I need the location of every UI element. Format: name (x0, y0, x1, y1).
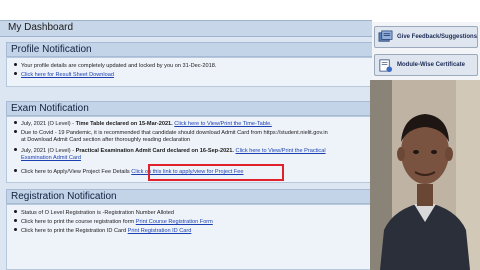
bullet-icon (14, 72, 17, 75)
result-sheet-item: Click here for Result Sheet Download (14, 72, 114, 79)
certificate-button[interactable]: Module-Wise Certificate (374, 54, 478, 76)
timetable-item: July, 2021 (O Level) - Time Table declar… (14, 121, 272, 128)
exam-notification-title: Exam Notification (11, 103, 89, 114)
profile-notification-title: Profile Notification (11, 44, 92, 55)
bullet-icon (14, 219, 17, 222)
id-card-link[interactable]: Print Registration ID Card (128, 228, 192, 234)
bullet-icon (14, 228, 17, 231)
bullet-icon (14, 121, 17, 124)
dashboard-title: My Dashboard (8, 22, 74, 33)
feedback-button[interactable]: Give Feedback/Suggestions (374, 26, 478, 48)
practical-admit-card-item: July, 2021 (O Level) - Practical Examina… (14, 148, 326, 155)
bullet-icon (14, 63, 17, 66)
certificate-icon (379, 59, 393, 73)
course-registration-form-link[interactable]: Print Course Registration Form (136, 219, 213, 225)
profile-notification-header: Profile Notification (6, 42, 372, 57)
covid-notice-continued: at Download Admit Card section after tho… (21, 137, 191, 143)
presenter-video-overlay (370, 80, 480, 270)
bullet-icon (14, 169, 17, 172)
registration-notification-header: Registration Notification (6, 189, 372, 204)
practical-admit-card-link-2[interactable]: Examination Admit Card (21, 155, 81, 161)
practical-admit-card-link[interactable]: Click here to View/Print the Practical (236, 148, 326, 154)
registration-notification-title: Registration Notification (11, 191, 117, 202)
profile-locked-text: Your profile details are completely upda… (14, 63, 216, 70)
presenter-photo (370, 80, 480, 270)
feedback-button-label: Give Feedback/Suggestions (397, 34, 478, 40)
course-registration-item: Click here to print the course registrat… (14, 219, 213, 226)
feedback-icon (378, 30, 393, 42)
timetable-link[interactable]: Click here to View/Print the Time-Table. (174, 121, 272, 127)
dashboard-title-bar: My Dashboard (0, 20, 372, 37)
bullet-icon (14, 210, 17, 213)
bullet-icon (14, 148, 17, 151)
bullet-icon (14, 130, 17, 133)
certificate-button-label: Module-Wise Certificate (397, 62, 465, 68)
practical-admit-card-link-continued: Examination Admit Card (21, 155, 81, 162)
id-card-item: Click here to print the Registration ID … (14, 228, 191, 235)
covid-notice: Due to Covid - 19 Pandemic, it is recomm… (14, 130, 328, 137)
result-sheet-link[interactable]: Click here for Result Sheet Download (21, 72, 114, 78)
project-fee-highlight (148, 164, 284, 181)
exam-notification-header: Exam Notification (6, 101, 372, 116)
registration-status: Status of O Level Registration is -Regis… (14, 210, 174, 217)
